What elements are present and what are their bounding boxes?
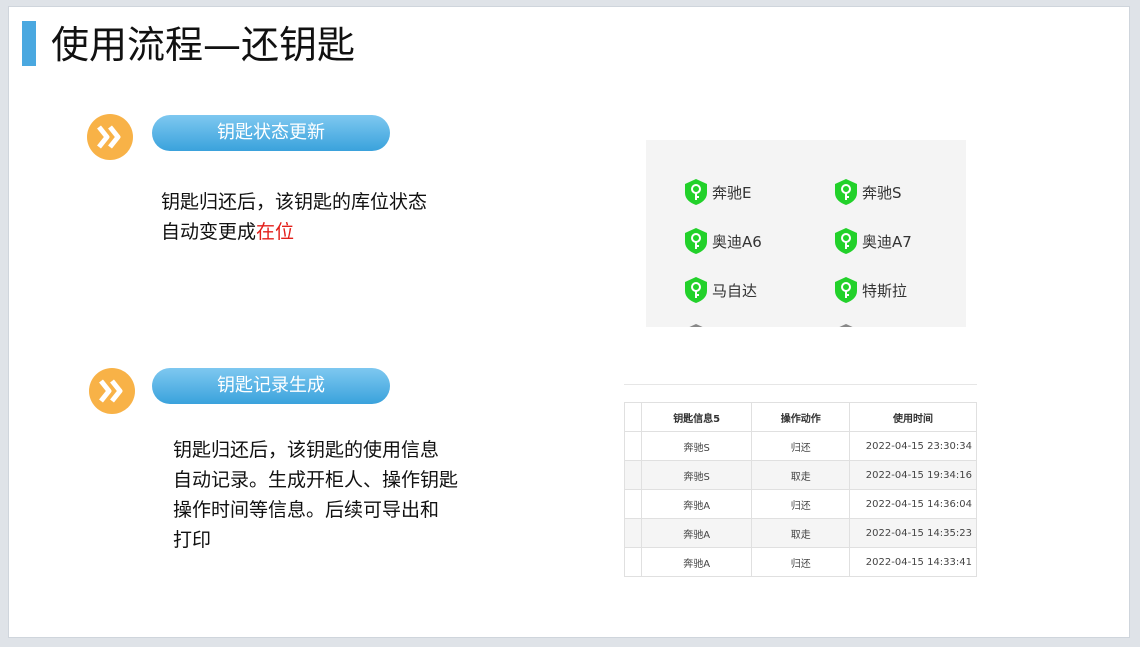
key-label: 奥迪A6 [712,232,762,251]
table-cell: 归还 [751,547,851,577]
section-badge-status: 钥匙状态更新 [152,115,390,151]
table-cell: 2022-04-15 14:36:04 [849,489,977,519]
table-cell: 奔驰A [640,518,753,548]
key-shield-icon [835,228,857,254]
table-cell: 取走 [751,518,851,548]
chevron-right-icon [87,114,133,160]
key-shield-icon [835,179,857,205]
key-item[interactable]: 奥迪A6 [684,227,762,255]
section-badge-records: 钥匙记录生成 [152,368,390,404]
chevron-right-icon [89,368,135,414]
key-label: 奔驰S [862,183,902,202]
key-label: 马自达 [712,281,758,300]
table-row[interactable]: 奔驰A 归还 2022-04-15 14:36:04 [624,489,977,519]
table-cell: 归还 [751,431,851,461]
table-row[interactable]: 奔驰A 归还 2022-04-15 14:33:41 [624,547,977,577]
section-description-status: 钥匙归还后，该钥匙的库位状态 自动变更成在位 [161,187,427,247]
key-item[interactable]: 奔驰E [684,178,751,206]
key-item[interactable]: 马自达 [684,276,757,304]
table-cell: 2022-04-15 23:30:34 [849,431,977,461]
column-header[interactable]: 操作动作 [751,402,851,432]
table-cell: 2022-04-15 19:34:16 [849,460,977,490]
description-line: 钥匙归还后，该钥匙的使用信息 [173,439,440,461]
table-cell: 奔驰S [640,431,753,461]
key-shield-icon [689,324,703,327]
key-label: 奥迪A7 [862,232,912,251]
table-cell: 归还 [751,489,851,519]
table-cell: 取走 [751,460,851,490]
key-shield-icon [685,277,707,303]
column-header[interactable]: 使用时间 [849,402,977,432]
description-line: 钥匙归还后，该钥匙的库位状态 [161,191,428,213]
description-line: 自动记录。生成开柜人、操作钥匙 [173,469,459,491]
section-description-records: 钥匙归还后，该钥匙的使用信息 自动记录。生成开柜人、操作钥匙 操作时间等信息。后… [173,435,458,555]
title-accent-bar [22,21,36,66]
table-row[interactable]: 奔驰A 取走 2022-04-15 14:35:23 [624,518,977,548]
key-shield-icon [835,277,857,303]
key-shield-icon [685,179,707,205]
table-row[interactable]: 奔驰S 取走 2022-04-15 19:34:16 [624,460,977,490]
table-cell: 2022-04-15 14:33:41 [849,547,977,577]
table-cell: 奔驰A [640,547,753,577]
slide: 使用流程—还钥匙 钥匙状态更新 钥匙归还后，该钥匙的库位状态 自动变更成在位 奔… [8,6,1130,638]
key-shield-icon [839,324,853,327]
column-header[interactable]: 钥匙信息5 [640,402,753,432]
table-row[interactable]: 奔驰S 归还 2022-04-15 23:30:34 [624,431,977,461]
key-item[interactable]: 奥迪A7 [834,227,912,255]
key-status-panel: 奔驰E 奔驰S 奥迪A6 奥迪A7 马自达 特斯拉 [646,140,966,327]
table-cell: 奔驰S [640,460,753,490]
usage-records-table: 钥匙信息5 操作动作 使用时间 奔驰S 归还 2022-04-15 23:30:… [624,384,977,578]
slide-title: 使用流程—还钥匙 [51,23,356,67]
key-item[interactable]: 特斯拉 [834,276,907,304]
table-header-row: 钥匙信息5 操作动作 使用时间 [624,402,977,432]
key-label: 特斯拉 [862,281,908,300]
table-cell: 奔驰A [640,489,753,519]
description-line: 打印 [173,529,212,551]
description-line: 操作时间等信息。后续可导出和 [173,499,440,521]
key-label: 奔驰E [712,183,752,202]
table-cell: 2022-04-15 14:35:23 [849,518,977,548]
key-item[interactable]: 奔驰S [834,178,902,206]
description-line: 自动变更成在位 [161,221,295,243]
key-shield-icon [685,228,707,254]
status-highlight: 在位 [256,221,295,243]
